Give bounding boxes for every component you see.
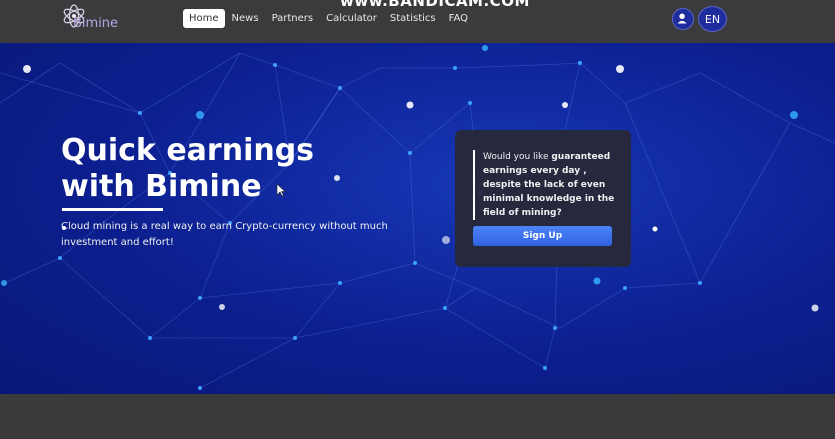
title-underline (62, 208, 163, 211)
nav-home[interactable]: Home (183, 9, 225, 28)
nav-partners[interactable]: Partners (266, 9, 320, 28)
top-navbar: Bimine www.BANDICAM.COM Home News Partne… (0, 0, 835, 43)
mouse-cursor-icon (276, 183, 286, 197)
user-icon (677, 13, 687, 24)
hero-title: Quick earnings with Bimine (61, 133, 315, 204)
hero-section: Quick earnings with Bimine Cloud mining … (0, 43, 835, 394)
card-message-intro: Would you like (483, 152, 552, 162)
account-button[interactable] (672, 8, 694, 30)
main-nav: Home News Partners Calculator Statistics… (183, 9, 475, 28)
card-message: Would you like guaranteed earnings every… (473, 150, 623, 220)
nav-news[interactable]: News (226, 9, 265, 28)
footer-strip (0, 394, 835, 439)
nav-faq[interactable]: FAQ (443, 9, 474, 28)
hero-subtitle: Cloud mining is a real way to earn Crypt… (61, 221, 388, 248)
signup-card: Would you like guaranteed earnings every… (455, 130, 631, 267)
nav-statistics[interactable]: Statistics (384, 9, 442, 28)
language-button[interactable]: EN (698, 6, 727, 32)
nav-calculator[interactable]: Calculator (320, 9, 383, 28)
signup-button[interactable]: Sign Up (473, 226, 612, 246)
brand-name[interactable]: Bimine (73, 16, 118, 31)
